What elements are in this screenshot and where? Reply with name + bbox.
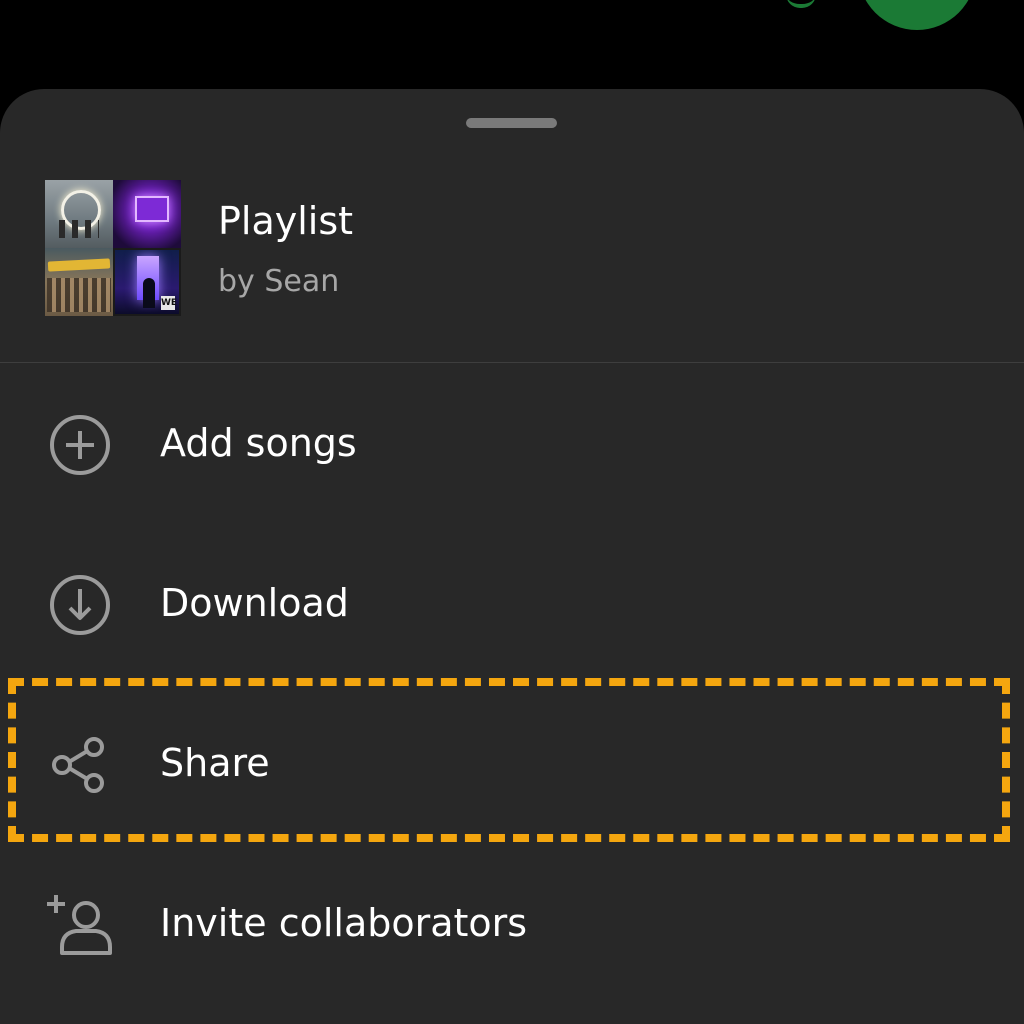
menu-item-label: Add songs <box>160 421 357 465</box>
add-person-icon <box>47 895 112 955</box>
download-circle-icon <box>50 575 110 635</box>
menu-item-label: Download <box>160 581 349 625</box>
playlist-cover: WE <box>45 180 181 316</box>
sheet-header: WE Playlist by Sean <box>0 89 1024 363</box>
menu-item-label: Share <box>160 741 270 785</box>
cover-badge: WE <box>161 296 178 310</box>
menu-item-label: Invite collaborators <box>160 901 528 945</box>
menu-item-download[interactable]: Download <box>0 531 1024 671</box>
app-screen: WE Playlist by Sean Add songs Download S… <box>0 0 1024 1024</box>
cover-tile: WE <box>113 248 181 316</box>
cover-tile <box>113 180 181 248</box>
playlist-owner: by Sean <box>218 264 340 299</box>
divider <box>0 362 1024 363</box>
menu-item-add-songs[interactable]: Add songs <box>0 371 1024 511</box>
bottom-sheet: WE Playlist by Sean Add songs Download S… <box>0 89 1024 1024</box>
menu-item-share[interactable]: Share <box>0 691 1024 831</box>
background-decoration <box>786 0 816 8</box>
menu-item-invite-collaborators[interactable]: Invite collaborators <box>0 851 1024 991</box>
cover-tile <box>45 248 113 316</box>
play-button[interactable] <box>858 0 976 30</box>
cover-tile <box>45 180 113 248</box>
share-icon <box>52 737 104 793</box>
playlist-title: Playlist <box>218 199 354 243</box>
plus-circle-icon <box>50 415 110 475</box>
